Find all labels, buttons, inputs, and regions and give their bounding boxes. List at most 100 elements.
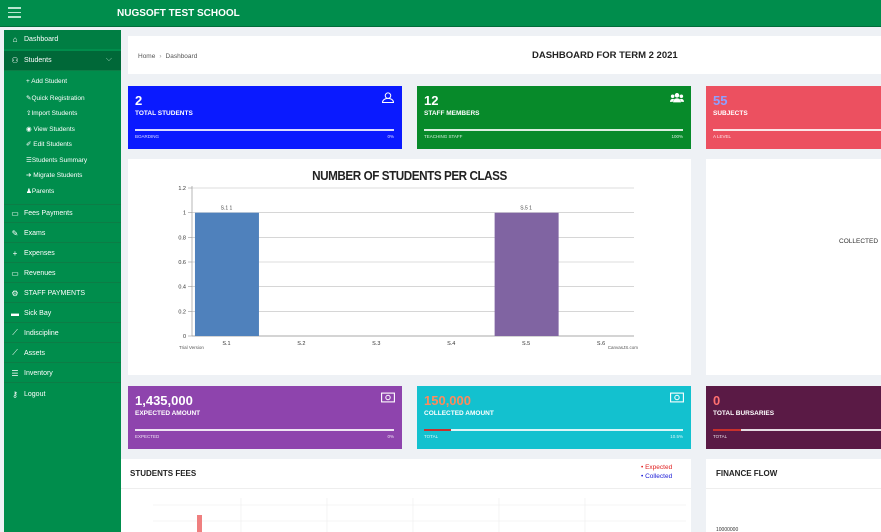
expected-bar — [197, 515, 202, 532]
card-footer: A LEVEL — [713, 134, 732, 139]
legend-expected: • Expected — [641, 464, 673, 471]
sidebar-item-revenues[interactable]: ▭ Revenues — [4, 264, 121, 283]
card-label: TOTAL STUDENTS — [135, 110, 193, 117]
card-label: TOTAL BURSARIES — [713, 410, 775, 417]
sidebar-item-label: Inventory — [24, 369, 53, 377]
breadcrumb: Home › Dashboard — [138, 53, 197, 60]
sidebar-item-label: Sick Bay — [24, 309, 52, 317]
sidebar-subitem-label: Edit Students — [33, 141, 72, 148]
card-percent: 10.5% — [670, 434, 683, 439]
bar-s1 — [194, 212, 259, 336]
x-tick-label: S.1 — [222, 341, 230, 347]
card-label: SUBJECTS — [713, 110, 748, 117]
card-progress-track — [135, 429, 394, 431]
y-tick-label: 0 — [183, 334, 186, 340]
sidebar-item-label: Dashboard — [24, 36, 59, 43]
card-progress-track — [713, 129, 881, 131]
card-progress-fill — [713, 429, 741, 431]
card-footer: TOTAL — [713, 434, 728, 439]
sidebar-subitem-label: Quick Registration — [31, 95, 85, 102]
sidebar-subitem-edit-students[interactable]: ✐ Edit Students — [26, 140, 72, 148]
staff-members-card: 12 STAFF MEMBERS TEACHING STAFF 100% — [417, 86, 691, 149]
sidebar-item-inventory[interactable]: ☰ Inventory — [4, 364, 121, 383]
divider — [706, 488, 881, 489]
breadcrumb-current: Dashboard — [165, 53, 198, 60]
bar-data-label: S.5 1 — [520, 206, 532, 212]
collected-amount-card: 150,000 COLLECTED AMOUNT TOTAL 10.5% — [417, 386, 691, 449]
card-progress-track — [424, 129, 683, 131]
money-icon: ▭ — [11, 209, 19, 218]
sidebar-item-dashboard[interactable]: ⌂ Dashboard — [4, 30, 121, 49]
sidebar-item-label: Students — [24, 57, 52, 64]
sidebar-subitem-label: Import Students — [31, 110, 78, 117]
sidebar-subitem-quick-registration[interactable]: ✎Quick Registration — [26, 94, 85, 102]
sidebar-item-students[interactable]: ⚇ Students ⌵ — [4, 51, 121, 71]
page-title: DASHBOARD FOR TERM 2 2021 — [532, 50, 678, 61]
money-icon — [670, 392, 684, 403]
line-chart-icon: ⟋ — [12, 348, 18, 357]
card-footer: TOTAL — [424, 434, 439, 439]
bar-s5 — [494, 212, 559, 336]
sidebar-subitem-migrate-students[interactable]: ➔ Migrate Students — [26, 171, 82, 179]
sidebar-item-assets[interactable]: ⟋ Assets — [4, 344, 121, 363]
students-per-class-chart: NUMBER OF STUDENTS PER CLASS 0 0.2 0.4 0.6 0… — [128, 159, 691, 375]
fees-chart-svg — [153, 498, 686, 532]
card-value: 12 — [424, 93, 439, 108]
sidebar-subitem-view-students[interactable]: ◉ View Students — [26, 125, 75, 133]
sidebar-item-label: Exams — [24, 229, 46, 237]
list-icon: ☰ — [11, 368, 19, 378]
y-tick-label: 0.8 — [178, 235, 186, 241]
sidebar-item-expenses[interactable]: + Expenses — [4, 244, 121, 263]
card-label: STAFF MEMBERS — [424, 110, 480, 117]
card-footer: TEACHING STAFF — [424, 134, 463, 139]
legend-collected: • Collected — [641, 473, 673, 480]
sidebar-subitem-students-summary[interactable]: ☰Students Summary — [26, 156, 87, 164]
sidebar-subitem-label: Migrate Students — [33, 172, 83, 179]
x-tick-label: S.5 — [522, 341, 530, 347]
sidebar-item-sick-bay[interactable]: ▬ Sick Bay — [4, 304, 121, 323]
x-tick-label: S.2 — [297, 341, 305, 347]
total-students-card: 2 TOTAL STUDENTS BOARDING 0% — [128, 86, 402, 149]
sidebar-item-logout[interactable]: ⚷ Logout — [4, 385, 121, 404]
card-percent: 0% — [387, 434, 394, 439]
edit-icon: ✎ — [11, 228, 19, 238]
card-label: COLLECTED AMOUNT — [424, 410, 494, 417]
sidebar-item-staff-payments[interactable]: ⚙ STAFF PAYMENTS — [4, 284, 121, 303]
card-value: 55 — [713, 93, 728, 108]
card-percent: 100% — [671, 134, 683, 139]
sidebar-item-label: Expenses — [24, 249, 55, 257]
trial-version-label: Trial Version — [179, 345, 204, 350]
bar-chart-svg: 0 0.2 0.4 0.6 0.8 1 1.2 S.1 1 S.1 S.2 S.3 S.4 S.5 1 S… — [178, 186, 638, 350]
sidebar-item-label: Fees Payments — [24, 210, 73, 217]
finance-flow-panel: FINANCE FLOW 10000000 — [706, 459, 881, 532]
panel-title: STUDENTS FEES — [130, 469, 197, 478]
card-value: 2 — [135, 93, 143, 108]
breadcrumb-home[interactable]: Home — [138, 53, 155, 60]
students-fees-panel: STUDENTS FEES • Expected • Collected — [121, 459, 691, 532]
money-icon — [381, 392, 395, 403]
plus-icon: + — [12, 248, 18, 258]
breadcrumb-separator: › — [159, 53, 162, 60]
sidebar-subitem-parents[interactable]: ♟Parents — [26, 187, 54, 195]
sidebar-item-fees-payments[interactable]: ▭ Fees Payments — [4, 204, 121, 223]
money-icon: ▭ — [11, 268, 19, 278]
sidebar-item-indiscipline[interactable]: ⟋ Indiscipline — [4, 324, 121, 343]
y-tick-label: 1.2 — [178, 186, 186, 192]
page-header — [128, 36, 881, 74]
sidebar-item-exams[interactable]: ✎ Exams — [4, 224, 121, 243]
sidebar-item-label: Logout — [24, 391, 46, 398]
bar-data-label: S.1 1 — [221, 206, 233, 212]
y-tick-label: 0.2 — [178, 309, 186, 315]
sidebar-subitem-import-students[interactable]: ⇪Import Students — [26, 109, 77, 117]
y-tick-label: 0.4 — [178, 285, 186, 291]
menu-toggle-icon[interactable] — [8, 7, 21, 18]
expected-amount-card: 1,435,000 EXPECTED AMOUNT EXPECTED 0% — [128, 386, 402, 449]
axis-label: 10000000 — [716, 527, 739, 532]
y-tick-label: 1 — [183, 211, 186, 217]
sidebar-item-label: Assets — [24, 349, 46, 357]
card-progress-fill — [424, 429, 451, 431]
sidebar-subitem-label: Students Summary — [31, 157, 88, 164]
school-name: NUGSOFT TEST SCHOOL — [117, 8, 240, 19]
card-progress-track — [135, 129, 394, 131]
sidebar-subitem-add-student[interactable]: + Add Student — [26, 78, 67, 85]
